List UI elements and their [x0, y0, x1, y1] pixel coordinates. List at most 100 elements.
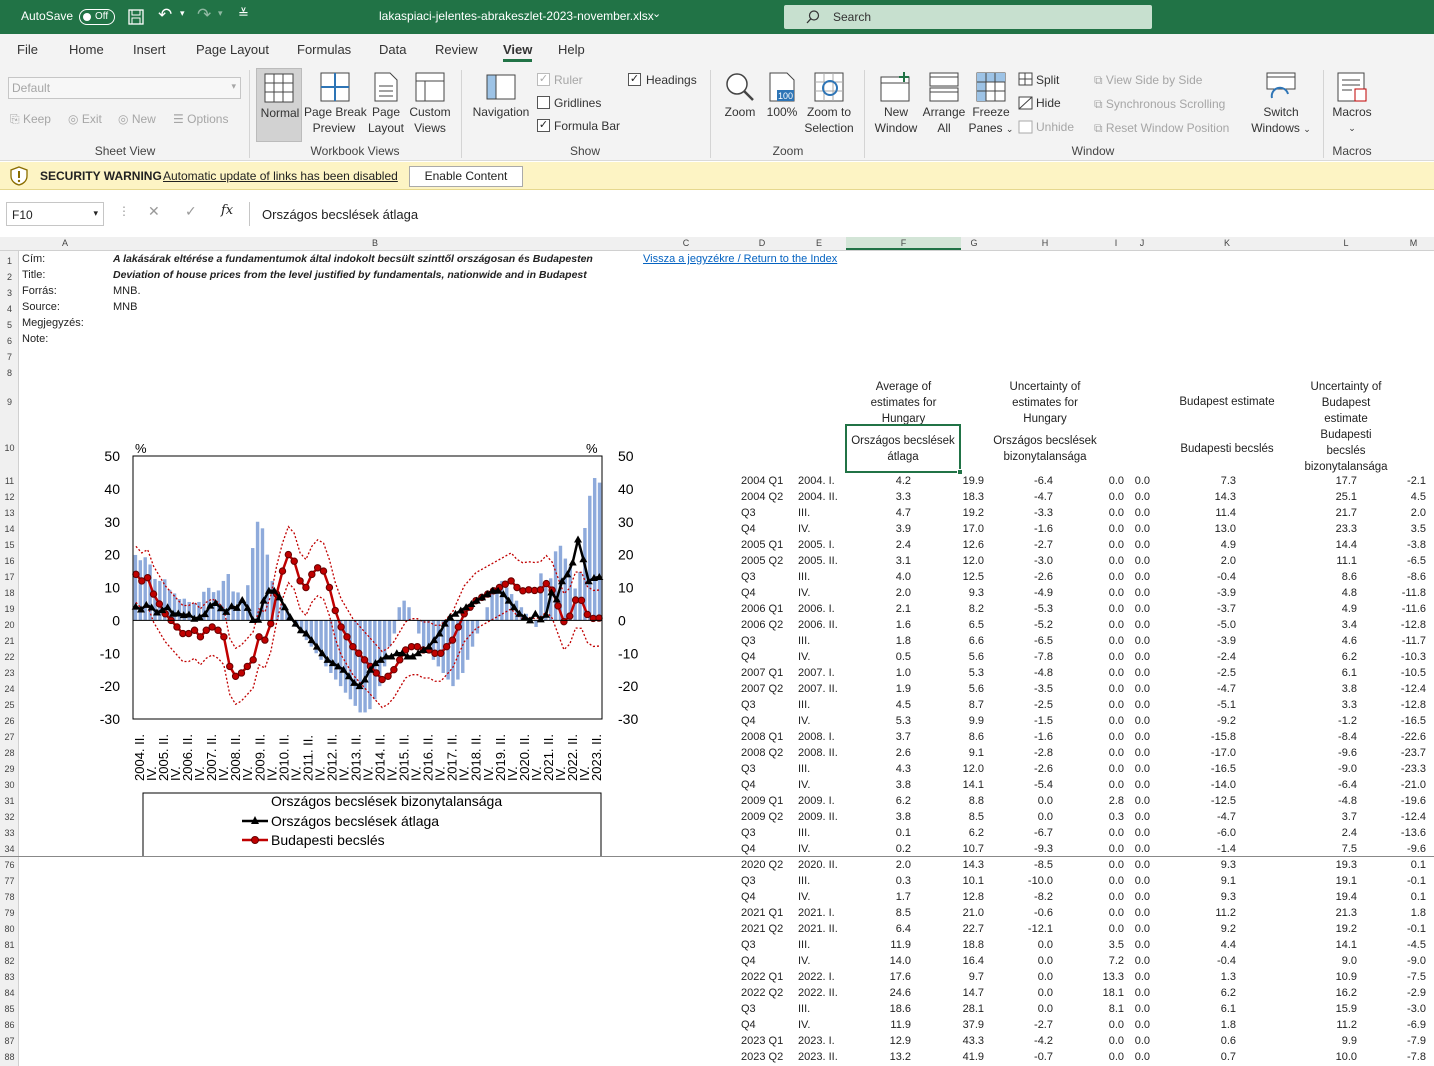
table-cell[interactable]: -13.6 [1346, 827, 1426, 840]
table-cell[interactable]: -11.6 [1346, 603, 1426, 616]
table-cell[interactable]: 0.0 [1070, 667, 1150, 680]
table-cell[interactable]: 0.0 [1070, 955, 1150, 968]
row-header[interactable]: 30 [0, 780, 19, 790]
table-cell[interactable]: -2.1 [1346, 475, 1426, 488]
table-cell[interactable]: 4.8 [1277, 587, 1357, 600]
table-cell[interactable]: 11.2 [1277, 1019, 1357, 1032]
table-cell[interactable]: -10.3 [1346, 651, 1426, 664]
table-cell[interactable]: 19.2 [1277, 923, 1357, 936]
table-cell[interactable]: 9.3 [1156, 859, 1236, 872]
table-cell[interactable]: -3.0 [1346, 1003, 1426, 1016]
table-cell[interactable]: 8.5 [904, 811, 984, 824]
table-cell[interactable]: -1.6 [973, 731, 1053, 744]
table-cell[interactable]: 23.3 [1277, 523, 1357, 536]
table-cell[interactable]: 8.5 [831, 907, 911, 920]
table-cell[interactable]: III. [798, 827, 810, 840]
table-cell[interactable]: IV. [798, 779, 810, 792]
table-cell[interactable]: 9.7 [904, 971, 984, 984]
gridlines-checkbox[interactable] [537, 96, 550, 109]
save-icon[interactable] [128, 9, 144, 25]
table-cell[interactable]: -11.8 [1346, 587, 1426, 600]
row-header[interactable]: 32 [0, 812, 19, 822]
headings-checkbox[interactable]: ✓ [628, 73, 641, 86]
table-cell[interactable]: 21.7 [1277, 507, 1357, 520]
table-cell[interactable]: 3.7 [831, 731, 911, 744]
formula-bar-checkbox[interactable]: ✓ [537, 119, 550, 132]
keep-button[interactable]: ⎘ Keep [10, 111, 51, 127]
row-header[interactable]: 1 [0, 253, 19, 269]
table-cell[interactable]: 2021 Q2 [741, 923, 783, 936]
table-cell[interactable]: 19.2 [904, 507, 984, 520]
table-cell[interactable]: Q3 [741, 571, 756, 584]
unhide-button[interactable]: Unhide [1036, 119, 1074, 135]
table-cell[interactable]: -0.7 [973, 1051, 1053, 1064]
table-cell[interactable]: 2004 Q2 [741, 491, 783, 504]
table-cell[interactable]: 2022 Q2 [741, 987, 783, 1000]
table-cell[interactable]: 5.3 [904, 667, 984, 680]
table-cell[interactable]: 9.3 [904, 587, 984, 600]
table-cell[interactable]: 0.0 [1070, 555, 1150, 568]
table-cell[interactable]: -4.7 [1156, 683, 1236, 696]
table-cell[interactable]: 0.0 [1070, 523, 1150, 536]
table-cell[interactable]: -3.5 [973, 683, 1053, 696]
table-cell[interactable]: 3.5 [1346, 523, 1426, 536]
customize-toolbar-icon[interactable]: ≚ [238, 6, 249, 22]
table-cell[interactable]: -1.2 [1277, 715, 1357, 728]
table-cell[interactable]: 0.1 [831, 827, 911, 840]
table-cell[interactable]: 2023 Q2 [741, 1051, 783, 1064]
table-cell[interactable]: Q4 [741, 955, 756, 968]
table-cell[interactable]: 25.1 [1277, 491, 1357, 504]
table-cell[interactable]: 14.4 [1277, 539, 1357, 552]
col-header-i[interactable]: I [1103, 238, 1129, 248]
table-cell[interactable]: -9.3 [973, 843, 1053, 856]
table-cell[interactable]: 0.5 [831, 651, 911, 664]
table-cell[interactable]: 0.0 [1070, 987, 1150, 1000]
row-header[interactable]: 21 [0, 636, 19, 646]
row-header[interactable]: 26 [0, 716, 19, 726]
table-cell[interactable]: 2.4 [831, 539, 911, 552]
table-cell[interactable]: III. [798, 939, 810, 952]
table-cell[interactable]: III. [798, 875, 810, 888]
exit-button[interactable]: ◎ Exit [68, 111, 102, 127]
table-cell[interactable]: 0.0 [1070, 1051, 1150, 1064]
table-cell[interactable]: 0.2 [831, 843, 911, 856]
row-header[interactable]: 23 [0, 668, 19, 678]
col-header-k[interactable]: K [1155, 238, 1299, 248]
table-cell[interactable]: -11.7 [1346, 635, 1426, 648]
col-header-m[interactable]: M [1393, 238, 1434, 248]
row-header[interactable]: 83 [0, 972, 19, 982]
row-header[interactable]: 8 [0, 365, 19, 381]
sheet-view-dropdown[interactable]: Default ▾ [8, 77, 241, 99]
table-cell[interactable]: 7.5 [1277, 843, 1357, 856]
table-cell[interactable]: 10.1 [904, 875, 984, 888]
table-cell[interactable]: -3.7 [1156, 603, 1236, 616]
table-cell[interactable]: 0.7 [1156, 1051, 1236, 1064]
table-cell[interactable]: Q3 [741, 939, 756, 952]
table-cell[interactable]: 2006 Q1 [741, 603, 783, 616]
row-header[interactable]: 88 [0, 1052, 19, 1062]
table-cell[interactable]: 12.0 [904, 763, 984, 776]
row-header[interactable]: 5 [0, 317, 19, 333]
table-cell[interactable]: 12.6 [904, 539, 984, 552]
table-cell[interactable]: IV. [798, 955, 810, 968]
macros-button[interactable]: Macros ⌄ [1328, 68, 1376, 142]
table-cell[interactable]: -0.1 [1346, 875, 1426, 888]
autosave-toggle[interactable]: Off [79, 9, 115, 25]
table-cell[interactable]: 2022. I. [798, 971, 835, 984]
table-cell[interactable]: -6.5 [973, 635, 1053, 648]
table-cell[interactable]: -8.4 [1277, 731, 1357, 744]
table-cell[interactable]: 5.3 [831, 715, 911, 728]
table-cell[interactable]: 1.9 [831, 683, 911, 696]
row-header[interactable]: 81 [0, 940, 19, 950]
table-cell[interactable]: 2.0 [831, 587, 911, 600]
custom-views-button[interactable]: Custom Views [408, 68, 452, 142]
table-cell[interactable]: 2021 Q1 [741, 907, 783, 920]
table-cell[interactable]: 0.0 [1070, 587, 1150, 600]
synchronous-scrolling-button[interactable]: ⧉ Synchronous Scrolling [1094, 96, 1225, 112]
row-header[interactable]: 24 [0, 684, 19, 694]
table-cell[interactable]: III. [798, 699, 810, 712]
table-cell[interactable]: 3.7 [1277, 811, 1357, 824]
table-cell[interactable]: -5.3 [973, 603, 1053, 616]
table-cell[interactable]: 9.1 [1156, 875, 1236, 888]
table-cell[interactable]: -14.0 [1156, 779, 1236, 792]
